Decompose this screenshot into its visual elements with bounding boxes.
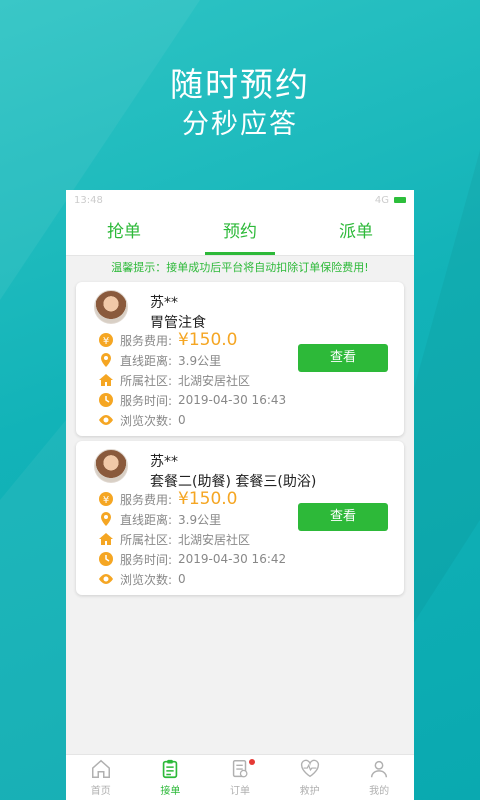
service-name: 胃管注食 xyxy=(150,315,206,331)
location-pin-icon xyxy=(101,512,111,526)
home-icon xyxy=(99,374,113,386)
tab-appointment[interactable]: 预约 xyxy=(182,210,298,255)
status-bar: 13:48 4G xyxy=(66,190,414,210)
views-label: 浏览次数: xyxy=(120,572,173,587)
notification-dot xyxy=(249,759,256,765)
yen-icon: ¥ xyxy=(99,333,113,347)
phone-screen: 13:48 4G 抢单 预约 派单 温馨提示：接单成功后平台将自动扣除订单保险费… xyxy=(66,190,414,800)
tab-dispatch[interactable]: 派单 xyxy=(298,210,414,255)
distance-value: 3.9公里 xyxy=(178,353,222,368)
nav-mine[interactable]: 我的 xyxy=(344,755,414,800)
time-label: 服务时间: xyxy=(120,552,173,567)
network-indicator: 4G xyxy=(374,194,389,206)
hero-subtitle: 分秒应答 xyxy=(182,109,298,140)
distance-value: 3.9公里 xyxy=(178,512,222,527)
community-row: 所属社区: 北湖安居社区 xyxy=(98,529,250,549)
home-icon xyxy=(99,533,113,545)
view-button[interactable]: 查看 xyxy=(298,503,388,531)
fee-value: ¥150.0 xyxy=(178,330,238,350)
service-name: 套餐二(助餐) 套餐三(助浴) xyxy=(150,474,317,490)
views-value: 0 xyxy=(178,572,186,586)
fee-label: 服务费用: xyxy=(120,333,173,348)
time-value: 2019-04-30 16:42 xyxy=(178,552,287,566)
community-value: 北湖安居社区 xyxy=(178,532,251,547)
svg-text:¥: ¥ xyxy=(103,336,109,347)
time-row: 服务时间: 2019-04-30 16:42 xyxy=(98,549,286,569)
views-row: 浏览次数: 0 xyxy=(98,410,186,430)
fee-row: ¥ 服务费用: ¥150.0 xyxy=(98,330,237,350)
nav-rescue[interactable]: 救护 xyxy=(275,755,345,800)
clock-icon xyxy=(99,552,113,566)
view-button[interactable]: 查看 xyxy=(298,344,388,372)
nav-orders[interactable]: 订单 xyxy=(205,755,275,800)
tab-grab-order[interactable]: 抢单 xyxy=(66,210,182,255)
avatar xyxy=(94,449,128,483)
customer-name: 苏** xyxy=(150,295,178,311)
order-icon xyxy=(232,760,248,778)
nav-label: 救护 xyxy=(299,786,320,797)
fee-row: ¥ 服务费用: ¥150.0 xyxy=(98,489,237,509)
nav-label: 我的 xyxy=(369,786,390,797)
nav-label: 接单 xyxy=(160,786,181,797)
distance-label: 直线距离: xyxy=(120,512,173,527)
hero-title: 随时预约 xyxy=(170,65,310,104)
bottom-nav: 首页 接单 订单 救护 我的 xyxy=(66,754,414,800)
clock-icon xyxy=(99,393,113,407)
nav-home[interactable]: 首页 xyxy=(66,755,136,800)
distance-row: 直线距离: 3.9公里 xyxy=(98,509,221,529)
tab-bar: 抢单 预约 派单 xyxy=(66,210,414,256)
fee-label: 服务费用: xyxy=(120,492,173,507)
nav-accept-order[interactable]: 接单 xyxy=(136,755,206,800)
avatar xyxy=(94,290,128,324)
community-label: 所属社区: xyxy=(120,373,173,388)
views-value: 0 xyxy=(178,413,186,427)
customer-name: 苏** xyxy=(150,454,178,470)
eye-icon xyxy=(99,574,113,584)
home-icon xyxy=(91,759,110,778)
order-card[interactable]: 苏** 胃管注食 ¥ 服务费用: ¥150.0 直线距离: 3.9公里 所属社区… xyxy=(76,282,404,436)
fee-value: ¥150.0 xyxy=(178,489,238,509)
time-label: 服务时间: xyxy=(120,393,173,408)
heart-pulse-icon xyxy=(300,759,319,778)
status-time: 13:48 xyxy=(74,194,103,206)
user-icon xyxy=(371,760,388,778)
notice-text: 温馨提示：接单成功后平台将自动扣除订单保险费用! xyxy=(66,256,414,280)
views-label: 浏览次数: xyxy=(120,413,173,428)
time-row: 服务时间: 2019-04-30 16:43 xyxy=(98,390,286,410)
nav-label: 订单 xyxy=(229,786,250,797)
time-value: 2019-04-30 16:43 xyxy=(178,393,287,407)
distance-label: 直线距离: xyxy=(120,353,173,368)
svg-text:¥: ¥ xyxy=(103,495,109,506)
nav-label: 首页 xyxy=(90,786,111,797)
order-card[interactable]: 苏** 套餐二(助餐) 套餐三(助浴) ¥ 服务费用: ¥150.0 直线距离:… xyxy=(76,441,404,595)
eye-icon xyxy=(99,415,113,425)
community-label: 所属社区: xyxy=(120,532,173,547)
community-value: 北湖安居社区 xyxy=(178,373,251,388)
community-row: 所属社区: 北湖安居社区 xyxy=(98,370,250,390)
clipboard-icon xyxy=(163,759,178,779)
distance-row: 直线距离: 3.9公里 xyxy=(98,350,221,370)
battery-icon xyxy=(394,197,406,203)
views-row: 浏览次数: 0 xyxy=(98,569,186,589)
location-pin-icon xyxy=(101,353,111,367)
yen-icon: ¥ xyxy=(99,492,113,506)
